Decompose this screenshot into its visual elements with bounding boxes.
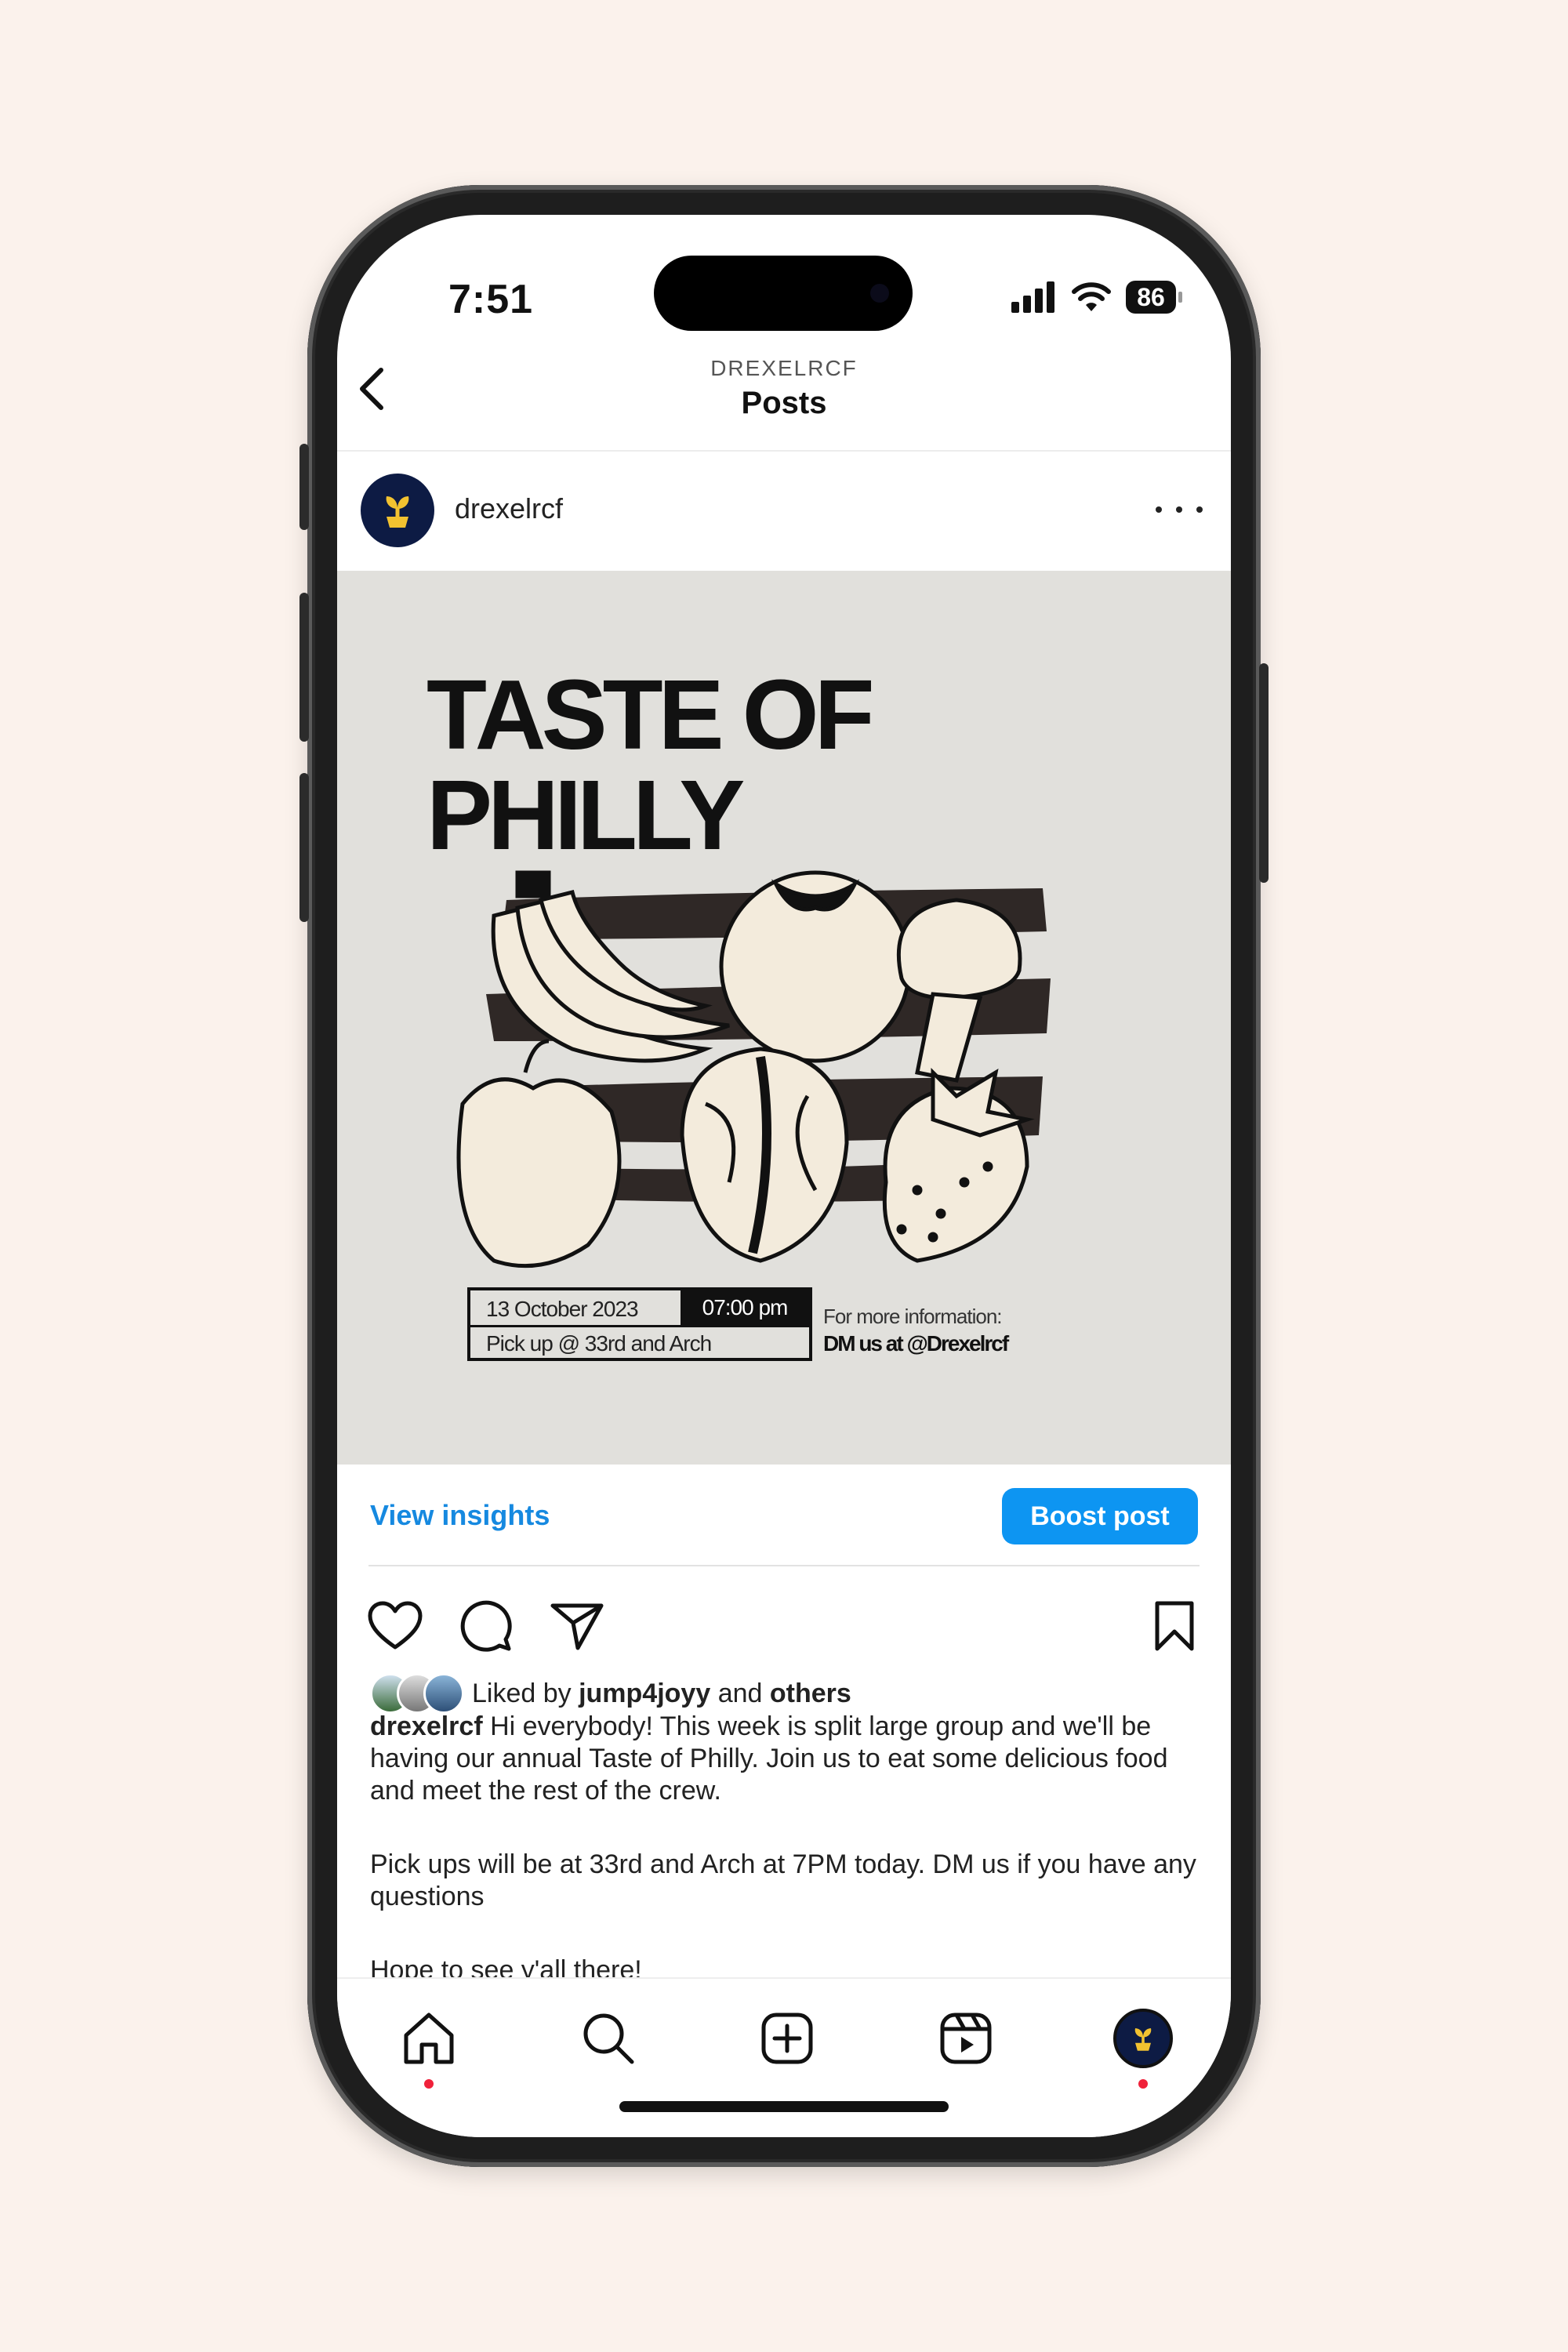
search-icon[interactable]: [577, 2007, 640, 2070]
insights-row: View insights Boost post: [337, 1465, 1231, 1566]
likes-prefix: Liked by: [472, 1678, 572, 1708]
caption-text-1: Hi everybody! This week is split large g…: [370, 1711, 1168, 1806]
likes-others[interactable]: others: [770, 1679, 851, 1709]
likes-row[interactable]: Liked by jump4joyy and others: [370, 1671, 851, 1715]
screen: 7:51 86 DREXELRCF Posts drexelrcf TASTE …: [337, 215, 1231, 2137]
liker-username[interactable]: jump4joyy: [579, 1679, 710, 1709]
volume-up-button: [299, 593, 309, 742]
post-image[interactable]: TASTE OF PHILLY 13 October 2023 07:00 pm…: [337, 571, 1231, 1465]
create-icon[interactable]: [756, 2007, 818, 2070]
comment-icon[interactable]: [456, 1596, 516, 1656]
avatar[interactable]: [361, 474, 434, 547]
divider: [368, 1565, 1200, 1566]
bottom-tab-bar: [337, 1977, 1231, 2137]
battery-indicator: 86: [1126, 281, 1182, 314]
bookmark-icon[interactable]: [1145, 1596, 1204, 1656]
home-notification-dot: [424, 2079, 434, 2089]
volume-down-button: [299, 773, 309, 922]
power-button: [1259, 663, 1269, 883]
dynamic-island: [654, 256, 913, 331]
home-icon[interactable]: [397, 2007, 460, 2070]
event-info-box: 13 October 2023 07:00 pm Pick up @ 33rd …: [467, 1287, 812, 1361]
share-icon[interactable]: [547, 1596, 607, 1656]
post-username[interactable]: drexelrcf: [455, 492, 563, 525]
profile-notification-dot: [1138, 2079, 1148, 2089]
reels-icon[interactable]: [935, 2007, 997, 2070]
signal-icon: [1011, 281, 1054, 313]
caption-username[interactable]: drexelrcf: [370, 1711, 483, 1741]
home-indicator[interactable]: [619, 2101, 949, 2112]
event-date: 13 October 2023: [486, 1297, 639, 1321]
caption-text-2: Pick ups will be at 33rd and Arch at 7PM…: [370, 1849, 1196, 1911]
more-info-label: For more information:: [823, 1305, 1003, 1328]
page-title: Posts: [741, 386, 827, 420]
post-actions: [337, 1581, 1231, 1667]
nav-header: DREXELRCF Posts: [337, 332, 1231, 452]
dm-info: DM us at @Drexelrcf: [823, 1331, 1009, 1356]
boost-post-button[interactable]: Boost post: [1002, 1488, 1198, 1544]
phone-frame: 7:51 86 DREXELRCF Posts drexelrcf TASTE …: [299, 185, 1269, 2167]
profile-icon[interactable]: [1112, 2007, 1174, 2070]
event-location: Pick up @ 33rd and Arch: [486, 1331, 712, 1356]
silent-switch: [299, 444, 309, 530]
likes-and: and: [717, 1678, 763, 1708]
account-name: DREXELRCF: [710, 356, 858, 380]
view-insights-link[interactable]: View insights: [370, 1499, 550, 1532]
post-header: drexelrcf: [337, 450, 1231, 571]
status-time: 7:51: [448, 277, 534, 322]
wifi-icon: [1072, 282, 1111, 311]
status-icons: 86: [1011, 281, 1182, 314]
more-options-icon[interactable]: [1156, 494, 1203, 525]
heart-icon[interactable]: [365, 1596, 425, 1656]
event-time: 07:00 pm: [681, 1290, 809, 1325]
liker-avatar: [423, 1673, 464, 1714]
plant-logo-icon: [386, 496, 409, 528]
